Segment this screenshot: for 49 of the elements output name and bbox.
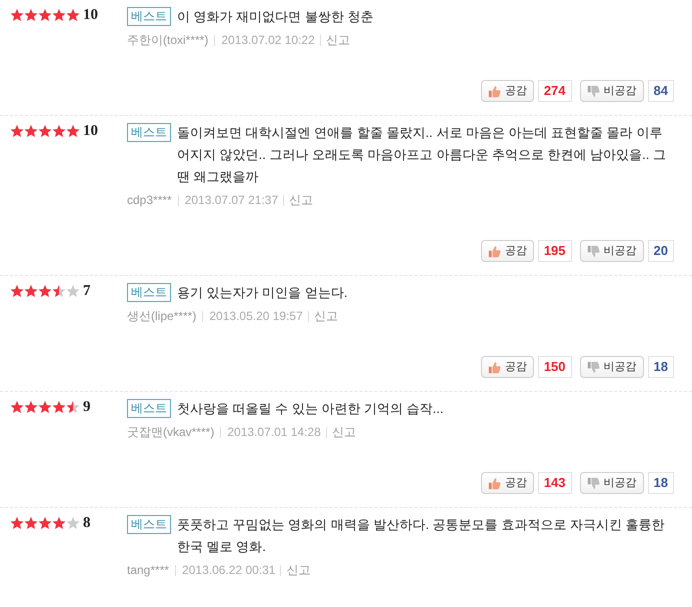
score: 7 <box>83 284 90 299</box>
author: tang**** <box>127 562 170 578</box>
thumbs-up-icon <box>488 476 501 490</box>
review-text: 풋풋하고 꾸밈없는 영화의 매력을 발산하다. 공통분모를 효과적으로 자극시킨 훌륭한 한국 멜로 영화. <box>177 516 666 556</box>
vote-count: 18 <box>648 356 674 378</box>
dislike-button[interactable]: 비공감 <box>580 240 644 262</box>
best-badge: 베스트 <box>127 399 171 418</box>
review-text: 돌이켜보면 대학시절엔 연애를 할줄 몰랐지.. 서로 마음은 아는데 표현할줄 몰라 이루어지지 않았던.. 그러나 오래도록 마음아프고 아름다운 추억으로 한켠에 남아있을.. 그땐 왜그랬을까 <box>177 124 667 186</box>
score: 10 <box>83 8 98 23</box>
author: 굿잡맨(vkav****) <box>127 424 214 440</box>
score: 10 <box>83 124 98 139</box>
review-date: 2013.07.02 10:22 <box>221 32 315 48</box>
review-text: 용기 있는자가 미인을 얻는다. <box>177 284 348 302</box>
author: cdp3**** <box>127 192 172 208</box>
author: 주한이(toxi****) <box>127 32 208 48</box>
vote-count: 274 <box>538 80 572 102</box>
like-button[interactable]: 공감 <box>480 472 534 494</box>
score: 9 <box>83 400 90 415</box>
vote-count: 150 <box>538 356 572 378</box>
best-badge: 베스트 <box>127 283 171 302</box>
vote-count: 143 <box>538 472 572 494</box>
like-button[interactable]: 공감 <box>480 240 534 262</box>
thumbs-up-icon <box>488 360 501 374</box>
vote-count: 84 <box>648 80 674 102</box>
review-text: 이 영화가 재미없다면 불쌍한 청춘 <box>177 8 374 26</box>
dislike-button[interactable]: 비공감 <box>580 356 644 378</box>
thumbs-down-icon <box>586 476 600 490</box>
best-badge: 베스트 <box>127 123 171 142</box>
thumbs-down-icon <box>586 360 600 374</box>
vote-count: 195 <box>538 240 572 262</box>
thumbs-down-icon <box>586 84 600 98</box>
review-date: 2013.07.07 21:37 <box>184 192 278 208</box>
thumbs-up-icon <box>488 84 501 98</box>
review-date: 2013.05.20 19:57 <box>209 308 303 324</box>
dislike-button[interactable]: 비공감 <box>580 472 644 494</box>
score: 8 <box>83 516 90 531</box>
vote-count: 20 <box>648 240 674 262</box>
like-button[interactable]: 공감 <box>480 80 534 102</box>
best-badge: 베스트 <box>127 515 171 534</box>
review-text: 첫사랑을 떠올릴 수 있는 아련한 기억의 습작... <box>177 400 445 418</box>
vote-count: 18 <box>648 472 674 494</box>
author: 생선(lipe****) <box>127 308 196 324</box>
review-date: 2013.06.22 00:31 <box>182 562 276 578</box>
best-badge: 베스트 <box>127 7 171 26</box>
thumbs-up-icon <box>488 244 501 258</box>
like-button[interactable]: 공감 <box>480 356 534 378</box>
review-date: 2013.07.01 14:28 <box>227 424 321 440</box>
thumbs-down-icon <box>586 244 600 258</box>
dislike-button[interactable]: 비공감 <box>580 80 644 102</box>
